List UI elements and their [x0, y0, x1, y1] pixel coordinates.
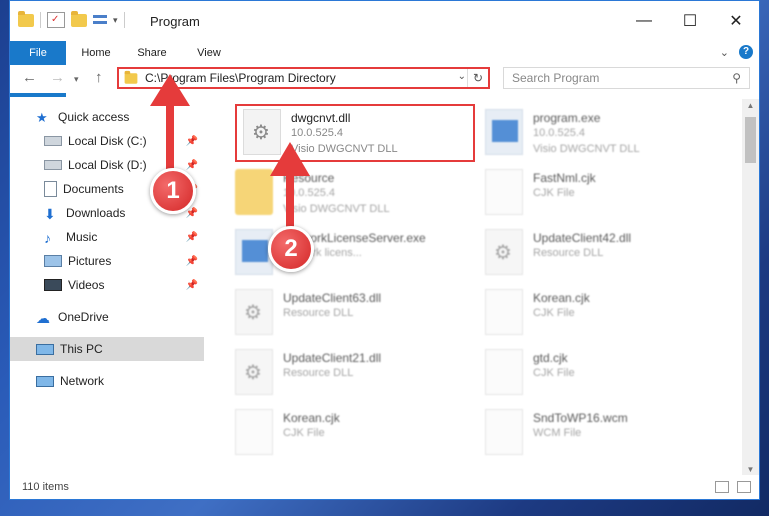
document-icon: [235, 409, 273, 455]
list-item[interactable]: program.exe 10.0.525.4 Visio DWGCNVT DLL: [485, 107, 725, 163]
list-item[interactable]: Korean.cjk CJK File: [485, 287, 725, 343]
sidebar-item-this-pc[interactable]: This PC: [10, 337, 204, 361]
help-icon[interactable]: ?: [739, 45, 753, 59]
ribbon: File Home Share View ⌄ ?: [10, 41, 759, 97]
download-icon: ⬇: [44, 206, 56, 222]
search-input[interactable]: Search Program ⚲: [503, 67, 750, 89]
network-icon: [36, 375, 54, 387]
list-item[interactable]: UpdateClient63.dll Resource DLL: [235, 287, 475, 343]
new-folder-icon[interactable]: [71, 10, 87, 27]
documents-icon: [44, 181, 57, 197]
quick-access-toolbar: ✓ ▾: [18, 10, 125, 28]
list-item[interactable]: FastNml.cjk CJK File: [485, 167, 725, 223]
app-icon: [485, 109, 523, 155]
sidebar-item-videos[interactable]: Videos 📌: [10, 273, 204, 297]
vertical-scrollbar[interactable]: ▲ ▼: [742, 99, 759, 477]
list-item[interactable]: gtd.cjk CJK File: [485, 347, 725, 403]
expand-ribbon-icon[interactable]: ⌄: [720, 46, 729, 59]
explorer-window: ✓ ▾ Program — ☐ ✕ File Home Share View ⌄…: [9, 0, 760, 500]
properties-icon[interactable]: ✓: [47, 12, 65, 28]
sidebar-item-music[interactable]: ♪ Music 📌: [10, 225, 204, 249]
pin-icon[interactable]: 📌: [186, 208, 198, 219]
pin-icon[interactable]: 📌: [186, 256, 198, 267]
recent-chevron-icon[interactable]: ▾: [74, 74, 79, 85]
status-bar: 110 items: [10, 475, 759, 499]
forward-arrow-icon[interactable]: →: [50, 69, 65, 86]
scroll-up-icon[interactable]: ▲: [742, 99, 759, 113]
drive-icon: [44, 160, 62, 170]
list-item[interactable]: SndToWP16.wcm WCM File: [485, 407, 725, 463]
tab-view[interactable]: View: [192, 41, 226, 65]
gear-file-icon: [485, 229, 523, 275]
callout-badge-1: 1: [150, 168, 196, 214]
back-arrow-icon[interactable]: ←: [22, 69, 37, 86]
pin-icon[interactable]: 📌: [186, 280, 198, 291]
computer-icon: [36, 343, 54, 355]
sidebar-item-network[interactable]: Network: [10, 369, 204, 393]
item-count: 110 items: [22, 481, 69, 493]
maximize-button[interactable]: ☐: [667, 1, 713, 41]
drive-icon: [44, 136, 62, 146]
gear-file-icon: [235, 289, 273, 335]
tab-home[interactable]: Home: [78, 41, 114, 65]
sidebar-item-onedrive[interactable]: ☁ OneDrive: [10, 305, 204, 329]
callout-badge-2: 2: [268, 226, 314, 272]
cloud-icon: ☁: [36, 310, 50, 326]
minimize-button[interactable]: —: [621, 1, 667, 41]
document-icon: [485, 349, 523, 395]
tab-share[interactable]: Share: [134, 41, 170, 65]
gear-file-icon: [235, 349, 273, 395]
list-item[interactable]: UpdateClient21.dll Resource DLL: [235, 347, 475, 403]
list-item[interactable]: UpdateClient42.dll Resource DLL: [485, 227, 725, 283]
title-bar: ✓ ▾ Program — ☐ ✕: [10, 1, 759, 41]
navigation-bar: ← → ▾ ↑ C:\Program Files\Program Directo…: [10, 65, 759, 93]
search-placeholder: Search Program: [512, 71, 600, 85]
search-icon[interactable]: ⚲: [732, 68, 741, 88]
pin-icon[interactable]: 📌: [186, 232, 198, 243]
pictures-icon: [44, 255, 62, 267]
folder-icon: [124, 70, 138, 84]
window-title: Program: [150, 14, 200, 29]
close-button[interactable]: ✕: [713, 1, 759, 41]
document-icon: [485, 289, 523, 335]
chevron-down-icon[interactable]: ▾: [113, 15, 118, 26]
scroll-thumb[interactable]: [745, 117, 756, 163]
sidebar-item-pictures[interactable]: Pictures 📌: [10, 249, 204, 273]
large-icons-view-icon[interactable]: [737, 481, 751, 493]
chevron-down-icon[interactable]: ⌄: [458, 71, 466, 82]
details-view-icon[interactable]: [715, 481, 729, 493]
up-arrow-icon[interactable]: ↑: [95, 69, 103, 86]
customize-icon[interactable]: [93, 14, 107, 26]
list-item[interactable]: Korean.cjk CJK File: [235, 407, 475, 463]
videos-icon: [44, 279, 62, 291]
refresh-icon[interactable]: ↻: [467, 69, 488, 87]
star-icon: ★: [36, 110, 48, 125]
music-icon: ♪: [44, 230, 51, 246]
folder-icon: [18, 10, 34, 27]
document-icon: [485, 169, 523, 215]
document-icon: [485, 409, 523, 455]
